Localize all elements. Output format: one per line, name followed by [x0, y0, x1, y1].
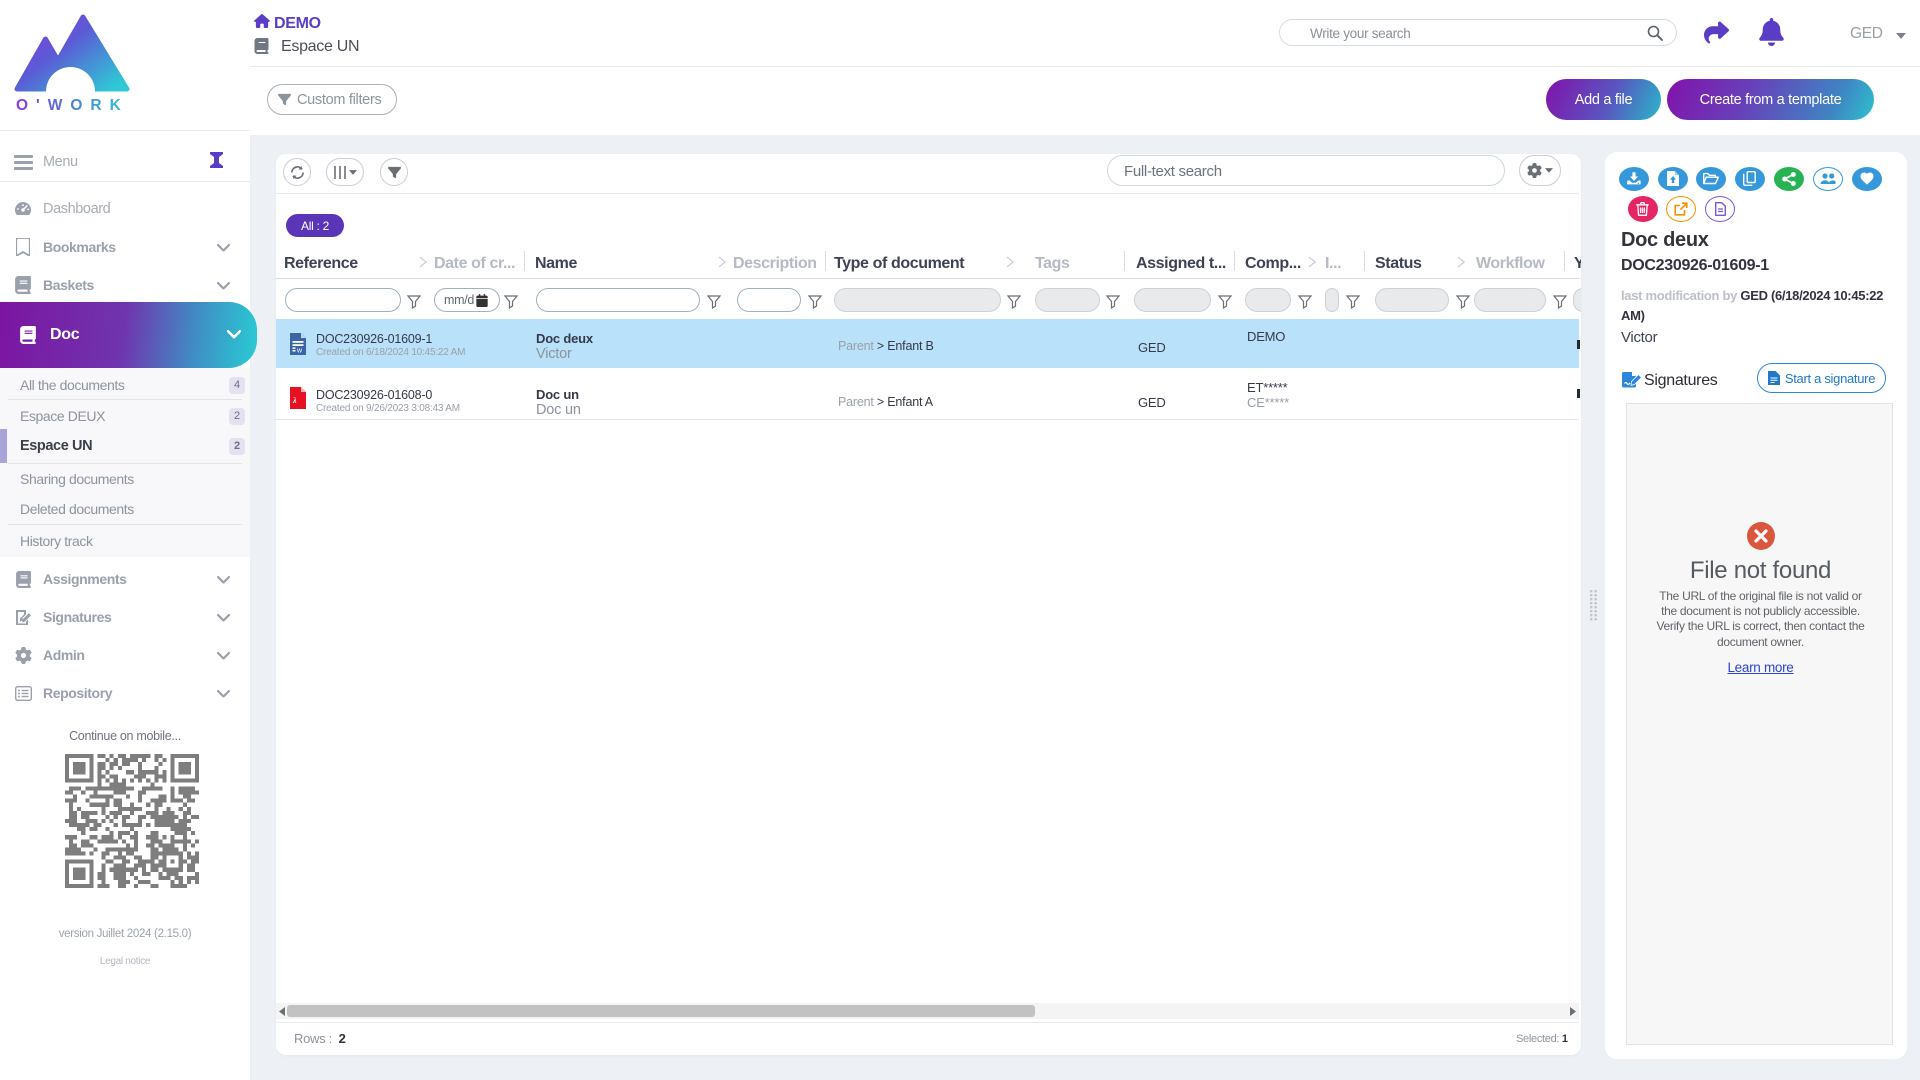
svg-text:λ: λ — [292, 396, 297, 405]
svg-text:O'WORK: O'WORK — [16, 97, 129, 114]
